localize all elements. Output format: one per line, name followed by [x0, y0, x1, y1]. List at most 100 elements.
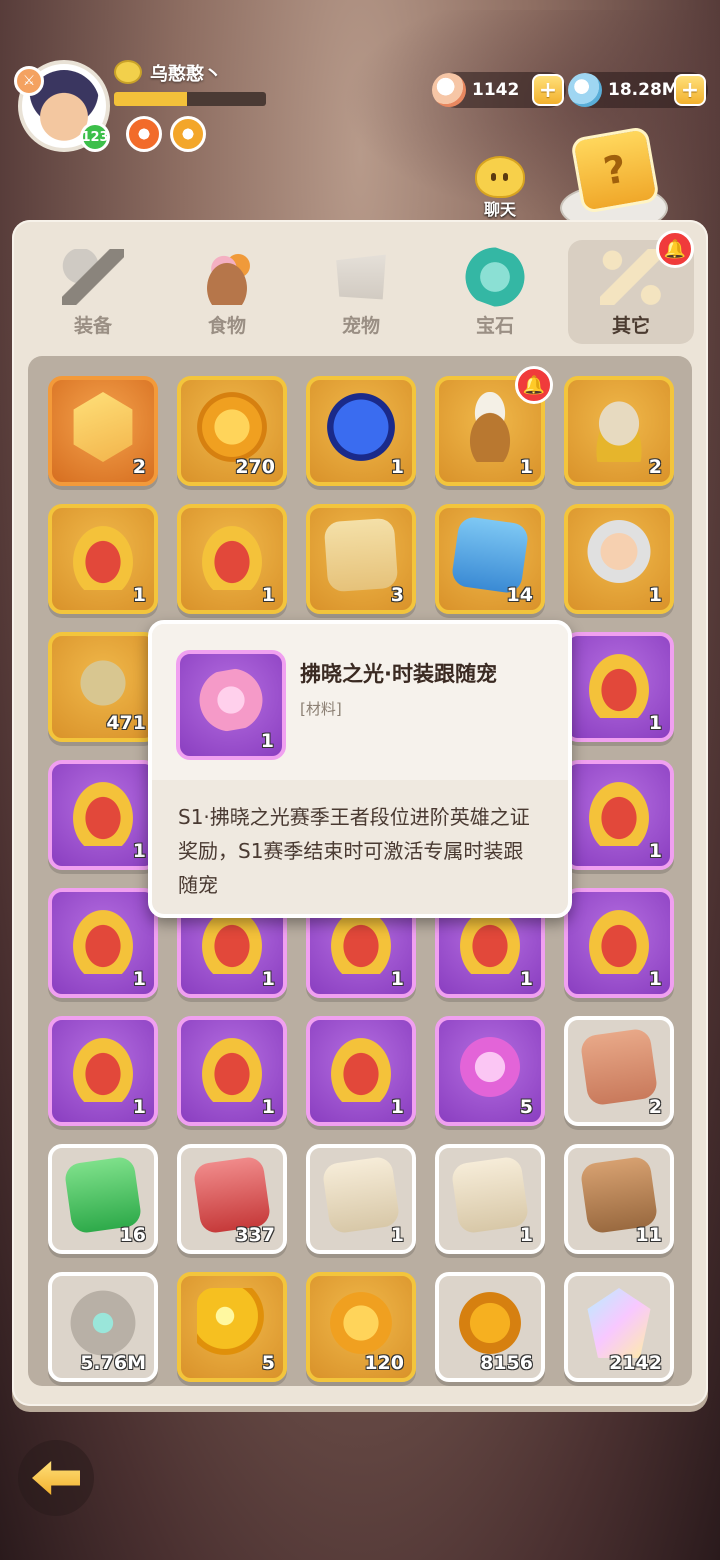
inventory-slot[interactable]: 5.76M	[48, 1272, 158, 1382]
item-count: 16	[119, 1224, 146, 1246]
inventory-slot[interactable]: 16	[48, 1144, 158, 1254]
item-count: 2	[132, 456, 146, 478]
treasure-chest-icon	[584, 904, 654, 974]
inventory-slot[interactable]: 1 🔔	[435, 366, 553, 486]
inventory-slot[interactable]: 14	[435, 504, 545, 614]
item-count: 1	[132, 840, 146, 862]
tab-label: 装备	[73, 315, 112, 337]
treasure-chest-icon	[326, 1032, 396, 1102]
tab-label: 食物	[207, 315, 246, 337]
item-count: 1	[132, 584, 146, 606]
tooltip-type: [材料]	[300, 700, 342, 718]
exp-bar-fill	[114, 92, 187, 106]
tab-food[interactable]: 食物	[164, 240, 290, 344]
statue-icon	[68, 648, 138, 718]
item-count: 1	[261, 584, 275, 606]
inventory-slot[interactable]: 1	[177, 1016, 287, 1126]
item-count: 1	[519, 1224, 533, 1246]
inventory-slot[interactable]: 1	[48, 760, 158, 870]
treasure-chest-icon	[197, 1032, 267, 1102]
treasure-chest-icon	[68, 520, 138, 590]
inventory-slot[interactable]: 2	[564, 1016, 674, 1126]
inventory-slot[interactable]: 337	[177, 1144, 287, 1254]
buff-swirl-icon[interactable]	[170, 116, 206, 152]
treasure-chest-icon	[68, 904, 138, 974]
inventory-slot[interactable]: 11	[564, 1144, 674, 1254]
currency-shell-value: 1142	[472, 80, 520, 100]
item-count: 1	[648, 712, 662, 734]
item-count: 120	[364, 1352, 404, 1374]
inventory-slot[interactable]: 120	[306, 1272, 416, 1382]
tab-equipment[interactable]: 装备	[30, 240, 156, 344]
inventory-slot[interactable]: 1	[48, 888, 158, 998]
pet-icon	[336, 254, 386, 300]
item-count: 1	[519, 456, 533, 478]
hammer-icon	[62, 249, 124, 305]
inventory-slot[interactable]: 1	[306, 1144, 416, 1254]
item-count: 11	[635, 1224, 662, 1246]
item-count: 1	[132, 968, 146, 990]
tab-pet[interactable]: 宠物	[298, 240, 424, 344]
pink-costume-pet-icon	[193, 664, 269, 736]
tab-label: 其它	[611, 315, 650, 337]
inventory-slot[interactable]: 5	[435, 1016, 545, 1126]
inventory-slot[interactable]: 270	[177, 376, 287, 486]
inventory-slot[interactable]: 1	[564, 504, 674, 614]
add-diamond-button[interactable]: +	[674, 74, 706, 106]
add-shell-button[interactable]: +	[532, 74, 564, 106]
char-coin-icon	[455, 1288, 525, 1358]
inventory-slot[interactable]: 1	[306, 376, 416, 486]
blue-ticket-icon	[450, 515, 530, 595]
inventory-slot[interactable]: 3	[306, 504, 416, 614]
currency-shell: 1142 +	[432, 72, 566, 108]
inventory-slot[interactable]: 5	[177, 1272, 287, 1382]
inventory-slot[interactable]: 2	[48, 376, 158, 486]
item-count: 8156	[480, 1352, 533, 1374]
inventory-slot[interactable]: 8156	[435, 1272, 545, 1382]
item-count: 2	[648, 456, 662, 478]
beige-scroll-icon	[321, 1155, 401, 1235]
rune-coin-icon	[326, 1288, 396, 1358]
item-count: 270	[235, 456, 275, 478]
item-count: 1	[519, 968, 533, 990]
egg-icon	[584, 392, 654, 462]
inventory-slot[interactable]: 471	[48, 632, 158, 742]
rune-stone-icon	[68, 1288, 138, 1358]
inventory-slot[interactable]: 2142	[564, 1272, 674, 1382]
hero-card-icon	[584, 520, 654, 590]
food-icon	[196, 249, 258, 305]
item-count: 5	[519, 1096, 533, 1118]
mystery-box-button[interactable]: ?	[560, 125, 668, 232]
item-count: 1	[648, 840, 662, 862]
tab-label: 宝石	[475, 315, 514, 337]
buff-fire-icon[interactable]	[126, 116, 162, 152]
inventory-slot[interactable]: 2	[564, 376, 674, 486]
treasure-chest-icon	[584, 776, 654, 846]
item-count: 5	[261, 1352, 275, 1374]
sword-icon: ⚔	[14, 66, 44, 96]
inventory-slot[interactable]: 1	[564, 760, 674, 870]
inventory-slot[interactable]: 1	[48, 1016, 158, 1126]
item-count: 14	[506, 584, 533, 606]
rank-smile-icon	[114, 60, 142, 84]
item-count: 1	[261, 1096, 275, 1118]
treasure-chest-icon	[68, 1032, 138, 1102]
item-tooltip: 1 拂晓之光·时装跟随宠 [材料] S1·拂晓之光赛季王者段位进阶英雄之证奖励，…	[148, 620, 572, 918]
chat-button[interactable]: 聊天	[462, 156, 538, 220]
treasure-chest-icon	[584, 648, 654, 718]
diamond-icon	[568, 73, 602, 107]
question-mark-icon: ?	[569, 125, 661, 215]
inventory-slot[interactable]: 1	[48, 504, 158, 614]
inventory-slot[interactable]: 1	[177, 504, 287, 614]
golden-orb-icon	[197, 1288, 267, 1358]
inventory-slot[interactable]: 1	[564, 632, 674, 742]
player-name: 乌憨憨丶	[150, 64, 222, 85]
back-button[interactable]	[18, 1440, 94, 1516]
gem-icon	[456, 240, 534, 314]
tab-gem[interactable]: 宝石	[432, 240, 558, 344]
item-count: 1	[390, 456, 404, 478]
inventory-slot[interactable]: 1	[564, 888, 674, 998]
item-count: 5.76M	[80, 1352, 146, 1374]
inventory-slot[interactable]: 1	[435, 1144, 545, 1254]
inventory-slot[interactable]: 1	[306, 1016, 416, 1126]
